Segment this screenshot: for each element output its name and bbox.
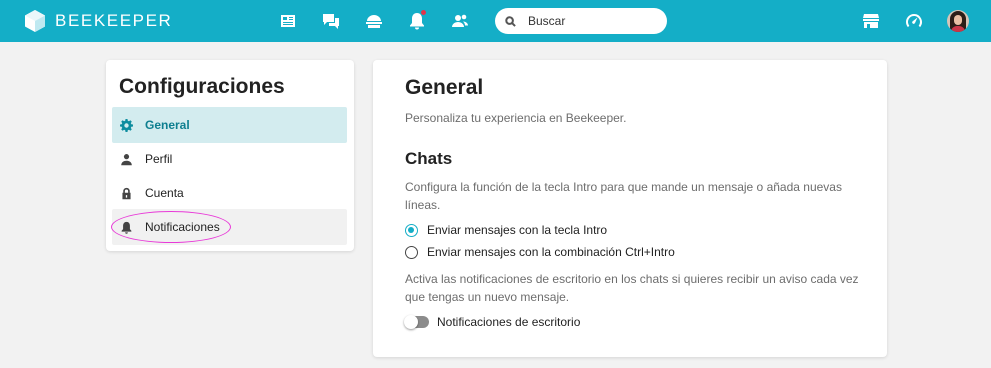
search-input[interactable]: [528, 14, 658, 28]
notifications-icon[interactable]: [406, 9, 428, 32]
sidebar-item-notificaciones[interactable]: Notificaciones: [112, 209, 347, 245]
enter-key-description: Configura la función de la tecla Intro p…: [405, 180, 842, 212]
sidebar-item-label: Perfil: [145, 152, 173, 166]
campus-icon[interactable]: [363, 10, 385, 32]
page-title: General: [405, 76, 484, 99]
brand-name: BEEKEEPER: [55, 11, 173, 30]
news-feed-icon[interactable]: [277, 10, 299, 32]
radio-send-with-ctrl-enter[interactable]: Enviar mensajes con la combinación Ctrl+…: [405, 245, 675, 259]
sidebar-item-cuenta[interactable]: Cuenta: [112, 175, 347, 211]
radio-label: Enviar mensajes con la tecla Intro: [427, 223, 608, 237]
radio-button[interactable]: [405, 245, 418, 259]
desktop-notifications-toggle-row[interactable]: Notificaciones de escritorio: [404, 315, 581, 329]
contacts-icon[interactable]: [449, 10, 471, 32]
desktop-notifications-toggle[interactable]: [404, 315, 429, 329]
settings-sidebar: Configuraciones General Perfil Cuenta No…: [106, 60, 354, 251]
sidebar-item-perfil[interactable]: Perfil: [112, 141, 347, 177]
page-subtitle: Personaliza tu experiencia en Beekeeper.: [405, 111, 627, 125]
marketplace-icon[interactable]: [860, 10, 882, 32]
top-navigation-bar: BEEKEEPER: [0, 0, 991, 42]
search-bar[interactable]: [495, 8, 667, 34]
sidebar-title: Configuraciones: [119, 75, 285, 98]
notification-badge: [420, 9, 427, 16]
chats-section-title: Chats: [405, 149, 453, 168]
sidebar-item-general[interactable]: General: [112, 107, 347, 143]
person-icon: [121, 153, 132, 165]
sidebar-item-label: Cuenta: [145, 186, 184, 200]
general-settings-panel: General Personaliza tu experiencia en Be…: [373, 60, 887, 357]
bell-icon: [121, 221, 132, 234]
beekeeper-logo[interactable]: BEEKEEPER: [24, 9, 172, 33]
avatar[interactable]: [947, 10, 969, 32]
search-icon: [505, 15, 516, 27]
sidebar-item-label: General: [145, 118, 190, 132]
sidebar-item-label: Notificaciones: [145, 220, 220, 234]
radio-send-with-enter[interactable]: Enviar mensajes con la tecla Intro: [405, 223, 607, 237]
beekeeper-logo-icon: [25, 10, 45, 32]
radio-button-checked[interactable]: [405, 223, 418, 237]
dashboard-icon[interactable]: [903, 10, 925, 32]
gear-icon: [120, 118, 133, 132]
desktop-notifications-description: Activa las notificaciones de escritorio …: [405, 272, 859, 304]
lock-icon: [122, 187, 131, 199]
chat-icon[interactable]: [320, 10, 342, 32]
toggle-label: Notificaciones de escritorio: [437, 315, 581, 329]
radio-label: Enviar mensajes con la combinación Ctrl+…: [427, 245, 675, 259]
